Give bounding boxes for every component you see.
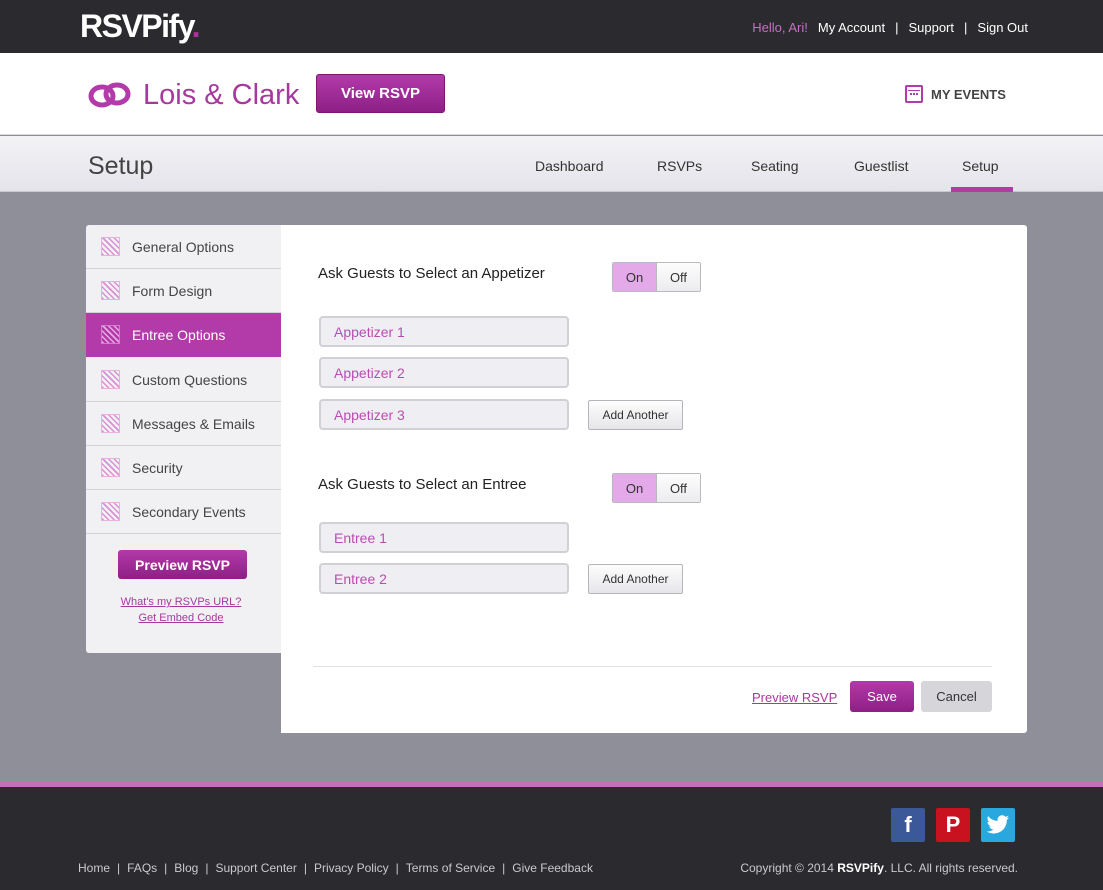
appetizer-toggle[interactable]: On Off <box>612 262 701 292</box>
toggle-on[interactable]: On <box>613 263 657 291</box>
greeting: Hello, Ari! <box>752 20 808 35</box>
pinterest-icon[interactable]: P <box>936 808 970 842</box>
sign-out-link[interactable]: Sign Out <box>977 20 1028 35</box>
divider <box>313 666 992 667</box>
sidebar-item-general-options[interactable]: General Options <box>86 225 282 269</box>
sidebar-item-label: General Options <box>132 238 234 255</box>
striped-square-icon <box>101 281 120 300</box>
appetizer-2-field[interactable] <box>319 357 569 388</box>
rsvpify-logo[interactable]: RSVPify. <box>80 8 201 45</box>
tab-guestlist[interactable]: Guestlist <box>854 158 908 174</box>
copyright-suffix: . LLC. All rights reserved. <box>883 861 1018 875</box>
logo-text: RSVPify <box>80 8 193 44</box>
sidebar-item-entree-options[interactable]: Entree Options <box>86 313 282 357</box>
view-rsvp-button[interactable]: View RSVP <box>316 74 445 113</box>
toggle-on[interactable]: On <box>613 474 657 502</box>
twitter-icon[interactable] <box>981 808 1015 842</box>
sidebar-item-label: Custom Questions <box>132 371 248 388</box>
striped-square-icon <box>101 325 120 344</box>
wedding-rings-icon <box>88 82 131 108</box>
active-tab-indicator <box>951 187 1013 192</box>
entree-toggle[interactable]: On Off <box>612 473 701 503</box>
separator: | <box>395 861 399 875</box>
account-links: Hello, Ari! My Account | Support | Sign … <box>752 20 1028 35</box>
entree-1-field[interactable] <box>319 522 569 553</box>
sidebar-item-form-design[interactable]: Form Design <box>86 269 282 313</box>
calendar-icon <box>905 85 923 103</box>
support-link[interactable]: Support <box>908 20 954 35</box>
footer-links: Home | FAQs | Blog | Support Center | Pr… <box>78 861 593 875</box>
footer-link-privacy-policy[interactable]: Privacy Policy <box>314 861 389 875</box>
copyright-brand: RSVPify <box>837 861 884 875</box>
toggle-off[interactable]: Off <box>657 263 700 291</box>
separator: | <box>502 861 506 875</box>
twitter-bird-icon <box>986 815 1009 834</box>
save-button[interactable]: Save <box>850 681 914 712</box>
add-appetizer-button[interactable]: Add Another <box>588 400 683 430</box>
tab-setup[interactable]: Setup <box>962 158 999 174</box>
rsvp-url-link[interactable]: What's my RSVPs URL? <box>86 596 276 608</box>
separator: | <box>205 861 209 875</box>
section-nav: Setup Dashboard RSVPs Seating Guestlist … <box>0 136 1103 192</box>
striped-square-icon <box>101 414 120 433</box>
sidebar-item-label: Security <box>132 459 183 476</box>
setup-sidebar: General Options Form Design Entree Optio… <box>86 225 282 653</box>
copyright: Copyright © 2014 RSVPify. LLC. All right… <box>740 861 1018 875</box>
my-events-link[interactable]: MY EVENTS <box>905 85 1006 103</box>
section-tabs: Dashboard RSVPs Seating Guestlist Setup <box>0 136 1103 192</box>
add-entree-button[interactable]: Add Another <box>588 564 683 594</box>
toggle-off[interactable]: Off <box>657 474 700 502</box>
separator: | <box>964 20 968 35</box>
sidebar-item-security[interactable]: Security <box>86 446 282 490</box>
tab-rsvps[interactable]: RSVPs <box>657 158 702 174</box>
sidebar-item-label: Form Design <box>132 282 213 299</box>
separator: | <box>303 861 307 875</box>
sidebar-item-label: Messages & Emails <box>132 415 255 432</box>
appetizer-question: Ask Guests to Select an Appetizer <box>318 265 545 282</box>
footer-link-home[interactable]: Home <box>78 861 110 875</box>
striped-square-icon <box>101 502 120 521</box>
sidebar-item-custom-questions[interactable]: Custom Questions <box>86 358 282 402</box>
copyright-prefix: Copyright © 2014 <box>740 861 834 875</box>
facebook-icon[interactable]: f <box>891 808 925 842</box>
separator: | <box>895 20 899 35</box>
preview-rsvp-link[interactable]: Preview RSVP <box>752 690 837 705</box>
my-account-link[interactable]: My Account <box>818 20 885 35</box>
embed-code-link[interactable]: Get Embed Code <box>86 612 276 624</box>
footer-link-blog[interactable]: Blog <box>174 861 198 875</box>
event-header: Lois & Clark View RSVP MY EVENTS <box>0 53 1103 135</box>
footer-link-terms[interactable]: Terms of Service <box>406 861 495 875</box>
my-events-label: MY EVENTS <box>931 86 1006 102</box>
separator: | <box>117 861 121 875</box>
sidebar-item-label: Entree Options <box>132 326 226 343</box>
striped-square-icon <box>101 458 120 477</box>
entree-options-panel: Ask Guests to Select an Appetizer On Off… <box>281 225 1027 733</box>
footer-link-feedback[interactable]: Give Feedback <box>512 861 593 875</box>
tab-dashboard[interactable]: Dashboard <box>535 158 604 174</box>
appetizer-3-field[interactable] <box>319 399 569 430</box>
sidebar-item-label: Secondary Events <box>132 503 246 520</box>
top-bar: RSVPify. Hello, Ari! My Account | Suppor… <box>0 0 1103 53</box>
footer: f P Home | FAQs | Blog | Support Center … <box>0 787 1103 890</box>
separator: | <box>164 861 168 875</box>
tab-seating[interactable]: Seating <box>751 158 798 174</box>
cancel-button[interactable]: Cancel <box>921 681 992 712</box>
preview-rsvp-button[interactable]: Preview RSVP <box>118 550 247 579</box>
striped-square-icon <box>101 370 120 389</box>
striped-square-icon <box>101 237 120 256</box>
logo-dot: . <box>191 8 201 44</box>
entree-2-field[interactable] <box>319 563 569 594</box>
sidebar-item-messages-emails[interactable]: Messages & Emails <box>86 402 282 446</box>
sidebar-item-secondary-events[interactable]: Secondary Events <box>86 490 282 534</box>
appetizer-1-field[interactable] <box>319 316 569 347</box>
footer-link-support-center[interactable]: Support Center <box>215 861 296 875</box>
event-title: Lois & Clark <box>143 79 300 111</box>
footer-link-faqs[interactable]: FAQs <box>127 861 157 875</box>
entree-question: Ask Guests to Select an Entree <box>318 476 527 493</box>
